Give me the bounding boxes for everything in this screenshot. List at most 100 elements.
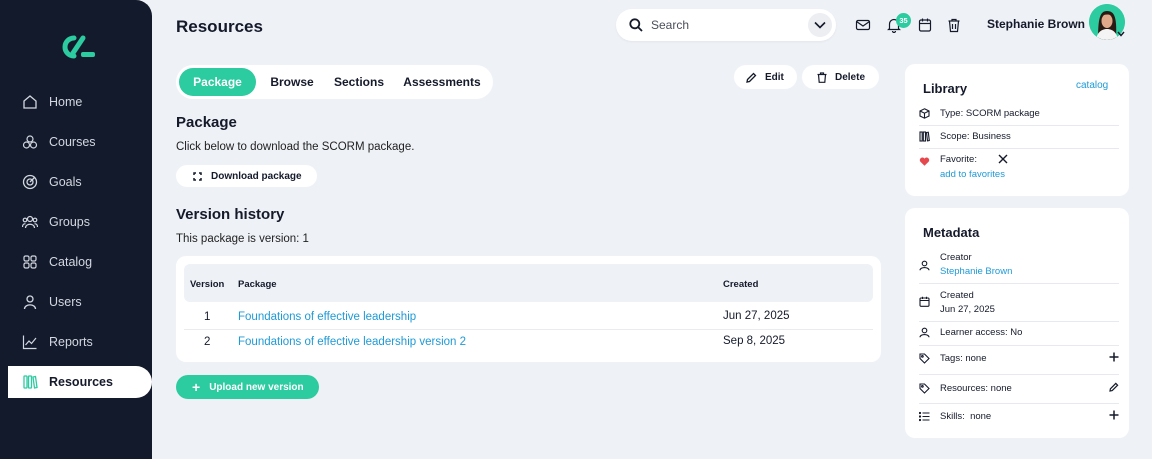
close-icon[interactable]: [998, 154, 1008, 164]
tags-value: Tags: none: [940, 353, 987, 364]
tab-sections[interactable]: Sections: [328, 68, 390, 96]
tag-icon: [919, 383, 930, 394]
user-name[interactable]: Stephanie Brown: [987, 17, 1085, 31]
metadata-title: Metadata: [923, 225, 980, 240]
column-header-version[interactable]: Version: [190, 279, 224, 290]
skills-value: Skills: none: [940, 411, 992, 422]
divider: [919, 374, 1119, 375]
add-skill-button[interactable]: [1109, 410, 1119, 420]
row-package-link[interactable]: Foundations of effective leadership vers…: [238, 336, 466, 348]
row-created: Jun 27, 2025: [723, 310, 790, 322]
edit-resources-button[interactable]: [1109, 382, 1119, 392]
table-header: Version Package Created: [184, 264, 873, 302]
plus-icon: [1109, 410, 1119, 420]
search-bar[interactable]: Search: [616, 9, 836, 41]
current-version-text: This package is version: 1: [176, 233, 309, 245]
library-title: Library: [923, 81, 968, 96]
sidebar-item-label: Catalog: [49, 255, 93, 269]
page-title: Resources: [176, 17, 263, 36]
delete-label: Delete: [835, 71, 866, 83]
metadata-card: Metadata Creator Stephanie Brown Created…: [905, 208, 1129, 438]
plus-icon: [1109, 352, 1119, 362]
table-row: 1 Foundations of effective leadership Ju…: [184, 305, 873, 330]
row-created: Sep 8, 2025: [723, 335, 786, 347]
sidebar-item-home[interactable]: Home: [0, 86, 152, 118]
edit-button[interactable]: Edit: [734, 65, 797, 89]
creator-link[interactable]: Stephanie Brown: [940, 266, 1012, 277]
tag-icon: [919, 353, 930, 364]
version-table: Version Package Created 1 Foundations of…: [176, 256, 881, 362]
sidebar-item-reports[interactable]: Reports: [0, 326, 152, 358]
upload-new-version-button[interactable]: + Upload new version: [176, 375, 319, 399]
sidebar-item-groups[interactable]: Groups: [0, 206, 152, 238]
column-header-created[interactable]: Created: [723, 279, 758, 290]
chevron-down-icon: [814, 21, 826, 29]
sidebar-item-label: Users: [49, 295, 82, 309]
cube-icon: [919, 108, 930, 119]
pencil-icon: [1109, 382, 1119, 392]
created-label: Created: [940, 290, 974, 301]
download-package-label: Download package: [211, 170, 302, 182]
courses-icon: [22, 134, 38, 150]
plus-icon: +: [192, 379, 201, 395]
search-input[interactable]: Search: [651, 18, 689, 32]
favorite-label: Favorite:: [940, 154, 977, 165]
edit-label: Edit: [765, 71, 784, 83]
table-row: 2 Foundations of effective leadership ve…: [184, 330, 873, 355]
search-dropdown-button[interactable]: [808, 13, 832, 37]
download-package-button[interactable]: Download package: [176, 165, 317, 187]
library-card: Library catalog Type: SCORM package Scop…: [905, 64, 1129, 196]
divider: [919, 283, 1119, 284]
search-icon: [629, 18, 643, 32]
divider: [919, 148, 1119, 149]
sidebar-item-resources[interactable]: Resources: [8, 366, 152, 398]
sidebar-item-label: Goals: [49, 175, 82, 189]
home-icon: [22, 94, 38, 110]
divider: [919, 321, 1119, 322]
resources-value: Resources: none: [940, 383, 1012, 394]
sidebar-item-users[interactable]: Users: [0, 286, 152, 318]
package-heading: Package: [176, 114, 237, 131]
column-header-package[interactable]: Package: [238, 279, 277, 290]
created-value: Jun 27, 2025: [940, 304, 995, 315]
sidebar-item-catalog[interactable]: Catalog: [0, 246, 152, 278]
sidebar-item-courses[interactable]: Courses: [0, 126, 152, 158]
calendar-icon[interactable]: [917, 17, 933, 33]
catalog-link[interactable]: catalog: [1076, 80, 1108, 91]
heart-icon: [919, 156, 930, 167]
user-icon: [919, 260, 930, 271]
sidebar: Home Courses Goals Groups Catalog Users …: [0, 0, 152, 459]
tab-package[interactable]: Package: [179, 68, 256, 96]
calendar-icon: [919, 296, 930, 307]
version-history-heading: Version history: [176, 206, 285, 223]
sidebar-item-label: Resources: [49, 375, 113, 389]
sidebar-item-label: Home: [49, 95, 83, 109]
delete-button[interactable]: Delete: [802, 65, 879, 89]
upload-label: Upload new version: [209, 381, 304, 393]
sidebar-item-label: Courses: [49, 135, 96, 149]
catalog-icon: [22, 254, 38, 270]
row-version: 1: [204, 311, 211, 323]
sidebar-item-goals[interactable]: Goals: [0, 166, 152, 198]
trash-icon[interactable]: [946, 17, 962, 33]
learner-access: Learner access: No: [940, 327, 1023, 338]
divider: [919, 403, 1119, 404]
user-icon: [22, 294, 38, 310]
download-icon: [193, 171, 202, 181]
target-icon: [22, 174, 38, 190]
row-package-link[interactable]: Foundations of effective leadership: [238, 311, 416, 323]
library-scope: Scope: Business: [940, 131, 1011, 142]
brand-logo[interactable]: [56, 33, 96, 61]
chevron-down-icon[interactable]: [1117, 31, 1125, 37]
tab-bar: Package Browse Sections Assessments: [176, 65, 493, 99]
tab-browse[interactable]: Browse: [262, 68, 322, 96]
tab-assessments[interactable]: Assessments: [398, 68, 486, 96]
list-icon: [919, 411, 930, 422]
sidebar-nav: Home Courses Goals Groups Catalog Users …: [0, 86, 152, 406]
trash-icon: [817, 71, 827, 83]
divider: [919, 125, 1119, 126]
mail-icon[interactable]: [855, 17, 871, 33]
add-to-favorites-link[interactable]: add to favorites: [940, 169, 1005, 180]
pencil-icon: [746, 72, 757, 83]
add-tag-button[interactable]: [1109, 352, 1119, 362]
